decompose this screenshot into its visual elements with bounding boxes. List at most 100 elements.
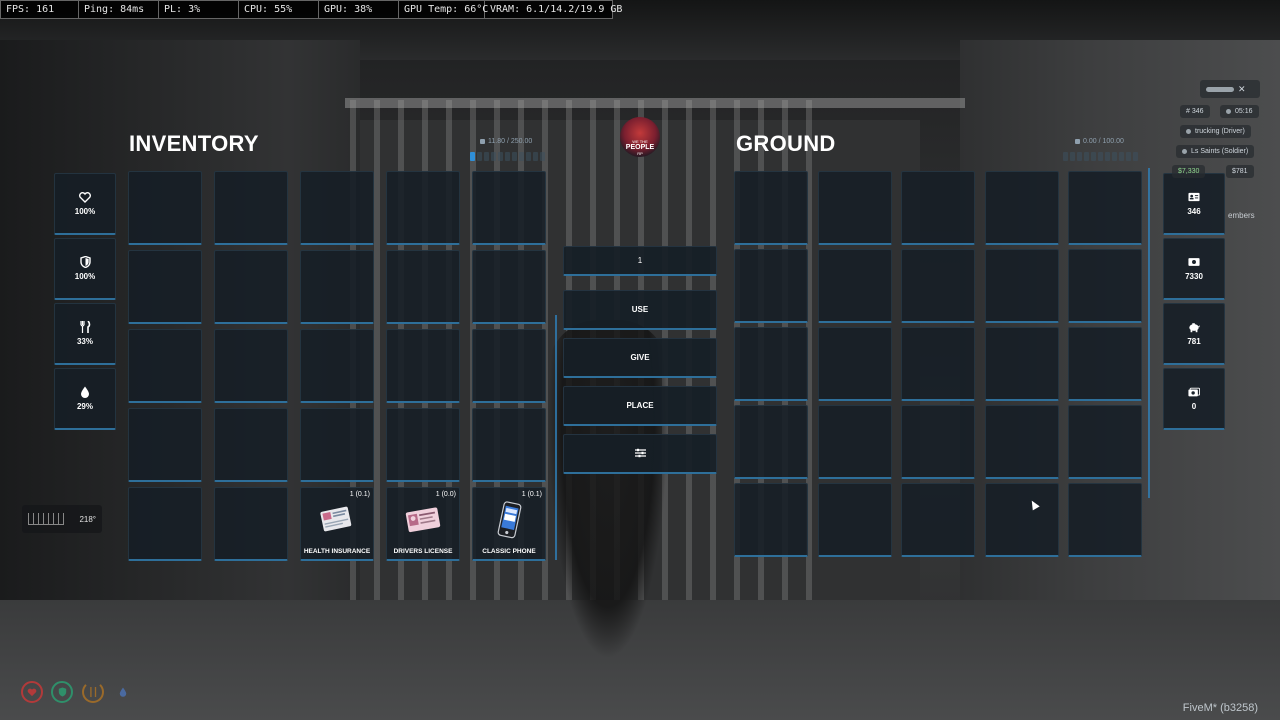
gpu-temp-readout: GPU Temp: 66°C: [399, 1, 488, 18]
use-button[interactable]: USE: [563, 290, 717, 330]
health-insurance-card-icon: [318, 500, 356, 543]
server-logo: WE THE PEOPLE RP: [620, 117, 660, 157]
gang-pill: Ls Saints (Soldier): [1176, 145, 1255, 158]
inventory-slot[interactable]: [386, 171, 460, 245]
ground-slot[interactable]: [901, 405, 975, 479]
weight-bar-segment: [1091, 152, 1096, 161]
item-name: HEALTH INSURANCE: [303, 548, 371, 555]
ground-slot[interactable]: [1068, 483, 1142, 557]
weight-bar-segment: [1077, 152, 1082, 161]
inventory-slot[interactable]: [214, 408, 288, 482]
ground-slot[interactable]: [817, 171, 892, 245]
weight-bar-segment: [519, 152, 524, 161]
ground-slot[interactable]: [1068, 405, 1142, 479]
ground-slot[interactable]: [817, 483, 892, 557]
job-primary: trucking (Driver): [1195, 128, 1245, 135]
inventory-slot[interactable]: [300, 329, 374, 403]
armor-value: 100%: [74, 272, 96, 281]
bank-stat: 781: [1163, 303, 1225, 365]
inventory-slot[interactable]: [128, 171, 202, 245]
inventory-title: INVENTORY: [129, 131, 259, 156]
inventory-slot[interactable]: [128, 250, 202, 324]
weight-bar-segment: [1084, 152, 1089, 161]
ground-slot[interactable]: [734, 327, 808, 401]
inventory-slot[interactable]: [214, 171, 288, 245]
inventory-slot[interactable]: [128, 487, 202, 561]
give-button[interactable]: GIVE: [563, 338, 717, 378]
ground-slot[interactable]: [984, 171, 1059, 245]
ground-slot[interactable]: [901, 171, 975, 245]
inventory-slot[interactable]: [300, 171, 374, 245]
item-count: 1 (0.0): [435, 491, 456, 498]
divider-right: [1148, 168, 1150, 498]
ground-slot[interactable]: [984, 483, 1059, 557]
weight-bar-segment: [526, 152, 531, 161]
fork-knife-icon: [79, 321, 91, 333]
weight-bar-segment: [470, 152, 475, 161]
inventory-slot-item[interactable]: 1 (0.1) HEALTH INSURANCE: [300, 487, 374, 561]
logo-line2: PEOPLE: [625, 144, 655, 151]
ping-readout: Ping: 84ms: [79, 1, 159, 18]
client-version: FiveM* (b3258): [1182, 702, 1258, 714]
ground-slot[interactable]: [901, 327, 975, 401]
ground-weight-text: 0.00 / 100.00: [1083, 138, 1124, 145]
piggy-bank-icon: [1188, 321, 1200, 333]
armor-circle: [51, 681, 73, 703]
ground-slot[interactable]: [817, 249, 892, 323]
ground-slot[interactable]: [734, 249, 808, 323]
ground-slot[interactable]: [1068, 171, 1142, 245]
packet-loss-readout: PL: 3%: [159, 1, 239, 18]
bank-pill: $781: [1226, 165, 1254, 178]
ground-slot[interactable]: [734, 405, 808, 479]
ground-slot[interactable]: [984, 249, 1059, 323]
inventory-slot-item[interactable]: 1 (0.0) DRIVERS LICENSE: [386, 487, 460, 561]
id-stat: 346: [1163, 173, 1225, 235]
weight-bar-segment: [505, 152, 510, 161]
inventory-slot[interactable]: [472, 171, 546, 245]
hud-id: # 346: [1186, 108, 1204, 115]
inventory-slot[interactable]: [300, 250, 374, 324]
ground-slot[interactable]: [901, 249, 975, 323]
inventory-slot[interactable]: [386, 250, 460, 324]
inventory-slot[interactable]: [128, 408, 202, 482]
dirty-money-stat: 0: [1163, 368, 1225, 430]
id-card-icon: [1188, 191, 1200, 203]
player-id-value: 346: [1187, 207, 1201, 216]
hud-bank: $781: [1232, 168, 1248, 175]
hunger-value: 33%: [76, 337, 93, 346]
water-drop-icon: [119, 687, 127, 697]
gpu-readout: GPU: 38%: [319, 1, 399, 18]
inventory-slot[interactable]: [386, 408, 460, 482]
item-name: CLASSIC PHONE: [482, 548, 536, 555]
shield-icon: [79, 256, 91, 268]
ground-slot[interactable]: [817, 405, 892, 479]
thirst-stat: 29%: [54, 368, 116, 430]
ground-slot[interactable]: [901, 483, 975, 557]
inventory-slot[interactable]: [214, 329, 288, 403]
inventory-slot[interactable]: [300, 408, 374, 482]
inventory-slot[interactable]: [128, 329, 202, 403]
ground-slot[interactable]: [984, 405, 1059, 479]
inventory-slot[interactable]: [214, 250, 288, 324]
ground-slot[interactable]: [1068, 249, 1142, 323]
hud-cash: $7,330: [1178, 168, 1200, 175]
ground-slot[interactable]: [817, 327, 892, 401]
ground-slot[interactable]: [734, 171, 808, 245]
inventory-slot[interactable]: [386, 329, 460, 403]
inventory-slot[interactable]: [472, 329, 546, 403]
inventory-slot[interactable]: [472, 250, 546, 324]
inventory-slot[interactable]: [472, 408, 546, 482]
bank-value: 781: [1187, 337, 1201, 346]
quantity-input[interactable]: 1: [563, 246, 717, 276]
weight-bar-segment: [1133, 152, 1138, 161]
inventory-slot[interactable]: [214, 487, 288, 561]
hud-id-pill: # 346: [1180, 105, 1210, 118]
inventory-slot-item[interactable]: 1 (0.1) CLASSIC PHONE: [472, 487, 546, 561]
ground-slot[interactable]: [1068, 327, 1142, 401]
settings-button[interactable]: [563, 434, 717, 474]
ground-slot[interactable]: [734, 483, 808, 557]
ground-slot[interactable]: [984, 327, 1059, 401]
weight-icon: [480, 139, 485, 144]
place-button[interactable]: PLACE: [563, 386, 717, 426]
briefcase-icon: [1186, 129, 1191, 134]
